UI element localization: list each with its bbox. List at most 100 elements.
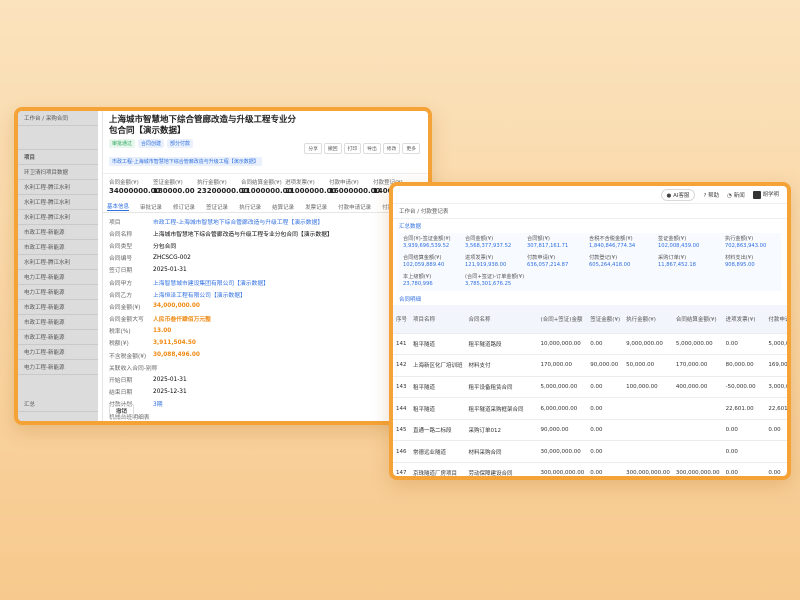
summary-label: 付款登记(¥) [589,255,618,261]
tab[interactable]: 修订记录 [173,203,195,211]
toolbar-button[interactable]: 撤回 [323,143,342,154]
table-row[interactable]: 142 上海新区化厂培训班 材料支付 170,000.00 90,000.00 50,00… [393,354,787,377]
field-value[interactable]: 市政工程-上海城市智慧地下综合管廊改造与升级工程【演示数据】 [153,217,323,226]
user-name: 胡学明 [762,192,779,199]
toolbar-button[interactable]: 导出 [363,143,381,154]
table-cell: 80,000.00 [722,354,766,377]
news-link[interactable]: ◔ 新闻 [727,191,745,199]
column-header[interactable]: (合同+签证)金额 [537,305,588,334]
summary-metric: 付款登记(¥) 605,264,418.00 [589,255,630,269]
column-header[interactable]: 项目名称 [410,305,466,334]
field-value[interactable]: 3期 [153,399,163,408]
user-menu[interactable]: 胡学明 [752,190,779,199]
field-row: 结束日期 2025-12-31 [109,386,422,398]
avatar [752,190,761,199]
list-item[interactable]: 水利工程-腾江水利 [18,255,98,270]
news-label: 新闻 [733,192,745,199]
column-header[interactable]: 进项发票(¥) [722,305,766,334]
ai-icon: ● [666,192,672,199]
list-item[interactable]: 市政工程-新能源 [18,315,98,330]
toolbar-button[interactable]: 打印 [343,143,362,154]
list-item[interactable]: 电力工程-新能源 [18,345,98,360]
field-value: 2025-01-31 [153,266,187,273]
tab[interactable]: 付款申请记录 [338,203,371,211]
list-item[interactable]: 电力工程-新能源 [18,360,98,375]
table-cell: 0.00 [765,419,787,442]
column-header[interactable]: 执行金额(¥) [623,305,673,334]
table-cell: 169,000.00 [765,354,787,377]
table-cell: 常德远业隧道 [410,440,466,464]
column-header[interactable]: 序号 [393,305,411,334]
toolbar-button[interactable]: 更多 [402,143,420,154]
field-row: 税额(¥) 3,911,504.50 [109,337,422,349]
list-item[interactable]: 电力工程-新能源 [18,285,98,300]
field-label: 合同类型 [109,243,133,250]
status-badge: 部分付款 [167,139,194,148]
summary-metric: 付款申请(¥) 636,057,214.87 [527,255,568,269]
list-item[interactable]: 水利工程-腾江水利 [18,195,98,210]
table-cell: 147 [393,462,411,476]
payment-register-window: ● AI客服 ? 帮助 ◔ 新闻 胡学明 工作台 / 付款登记表 汇总数据 合同… [389,182,791,480]
metric-value: 180000.00 [153,187,195,195]
toolbar-button[interactable]: 分享 [304,143,322,154]
field-label: 合同编号 [109,256,133,263]
field-value[interactable]: 上海恒泽工程有限公司【演示数据】 [153,290,246,299]
table-cell [765,440,787,464]
tab[interactable]: 签证记录 [206,203,228,211]
list-item[interactable]: 市政工程-新能源 [18,240,98,255]
field-value[interactable]: 上海智慧城市建设集团有限公司【演示数据】 [153,278,269,287]
list-item[interactable]: 环卫清扫项目数据 [18,165,98,180]
detail-panel: 上海城市智慧地下综合管廊改造与升级工程专业分包合同【演示数据】 审批通过 合同创建… [102,111,428,421]
tab[interactable]: 结算记录 [272,203,294,211]
tab[interactable]: 发票记录 [305,203,327,211]
list-item[interactable]: 水利工程-腾江水利 [18,180,98,195]
ai-label: AI客服 [673,192,690,199]
table-row[interactable]: 147 京珠隧道厂房项目 劳动保障建设合同 300,000,000.00 0.00 300… [393,462,787,476]
metric-label: 合同金额(¥) [109,180,139,186]
column-header[interactable]: 付款申请(¥) [765,305,787,334]
table-cell: 5,000,000.00 [672,333,723,356]
project-link[interactable]: 市政工程-上海城市智慧地下综合管廊改造与升级工程【演示数据】 [109,157,262,166]
list-item[interactable]: 市政工程-新能源 [18,300,98,315]
table-cell: 145 [393,419,411,442]
table-cell: 400,000.00 [672,376,723,399]
list-item[interactable]: 电力工程-新能源 [18,270,98,285]
list-item[interactable]: 市政工程-新能源 [18,330,98,345]
revoke-button[interactable]: 撤销 [109,404,135,418]
column-header[interactable]: 合同名称 [465,305,538,334]
table-row[interactable]: 144 租平隧道 租平隧道采购框架合同 6,000,000.00 0.00 22,601.… [393,397,787,420]
status-badge: 合同创建 [138,139,165,148]
summary-label: 合同结算金额(¥) [403,255,442,261]
summary-label: 进项发票(¥) [465,255,494,261]
list-item[interactable]: 市政工程-新能源 [18,225,98,240]
table-cell: 142 [393,354,411,377]
metric-label: 合同结算金额(¥) [241,180,282,186]
table-row[interactable]: 143 租平隧道 租平设备租赁合同 5,000,000.00 0.00 100,000.0… [393,376,787,399]
table-row[interactable]: 146常德远业隧道材料采购合同30,000,000.000.000.000.00… [393,440,787,464]
column-header[interactable]: 签证金额(¥) [587,305,624,334]
metric-value: 21000000.00 [241,187,293,195]
detail-title: 合同明细 [399,297,422,303]
field-row: 合同名称 上海城市智慧地下综合管廊改造与升级工程专业分包合同【演示数据】 [109,227,422,239]
table-cell: 50,000.00 [623,354,673,377]
summary-grid: 合同(¥)-签证金额(¥) 3,939,696,539.52 合同金额(¥) 3,56… [399,233,781,291]
list-item[interactable]: 水利工程-腾江水利 [18,210,98,225]
bell-icon: ◔ [727,192,732,199]
summary-metric: 合同(¥)-签证金额(¥) 3,939,696,539.52 [403,236,451,250]
table-cell: 22,601.00 [722,397,766,420]
summary-value: 102,059,889.40 [403,262,445,268]
field-row: 合同甲方 上海智慧城市建设集团有限公司【演示数据】 [109,276,422,288]
table-cell: 300,000,000.00 [672,462,723,476]
tab[interactable]: 基本信息 [107,202,130,211]
ai-service-button[interactable]: ● AI客服 [660,188,696,201]
summary-metric: 合同金额(¥) 3,568,377,937.52 [465,236,511,250]
toolbar-button[interactable]: 修改 [382,143,401,154]
help-link[interactable]: ? 帮助 [703,191,719,199]
tab[interactable]: 审批记录 [140,203,162,211]
tab[interactable]: 执行记录 [239,203,261,211]
table-cell: 6,000,000.00 [537,397,588,420]
breadcrumb: 工作台 / 付款登记表 [393,204,787,219]
table-row[interactable]: 145直通一路二标段采购订单01290,000.000.000.000.000.… [393,419,787,442]
table-row[interactable]: 141 租平隧道 租平隧道路段 10,000,000.00 0.00 9,000,000.… [393,333,787,356]
column-header[interactable]: 合同结算金额(¥) [672,305,723,334]
